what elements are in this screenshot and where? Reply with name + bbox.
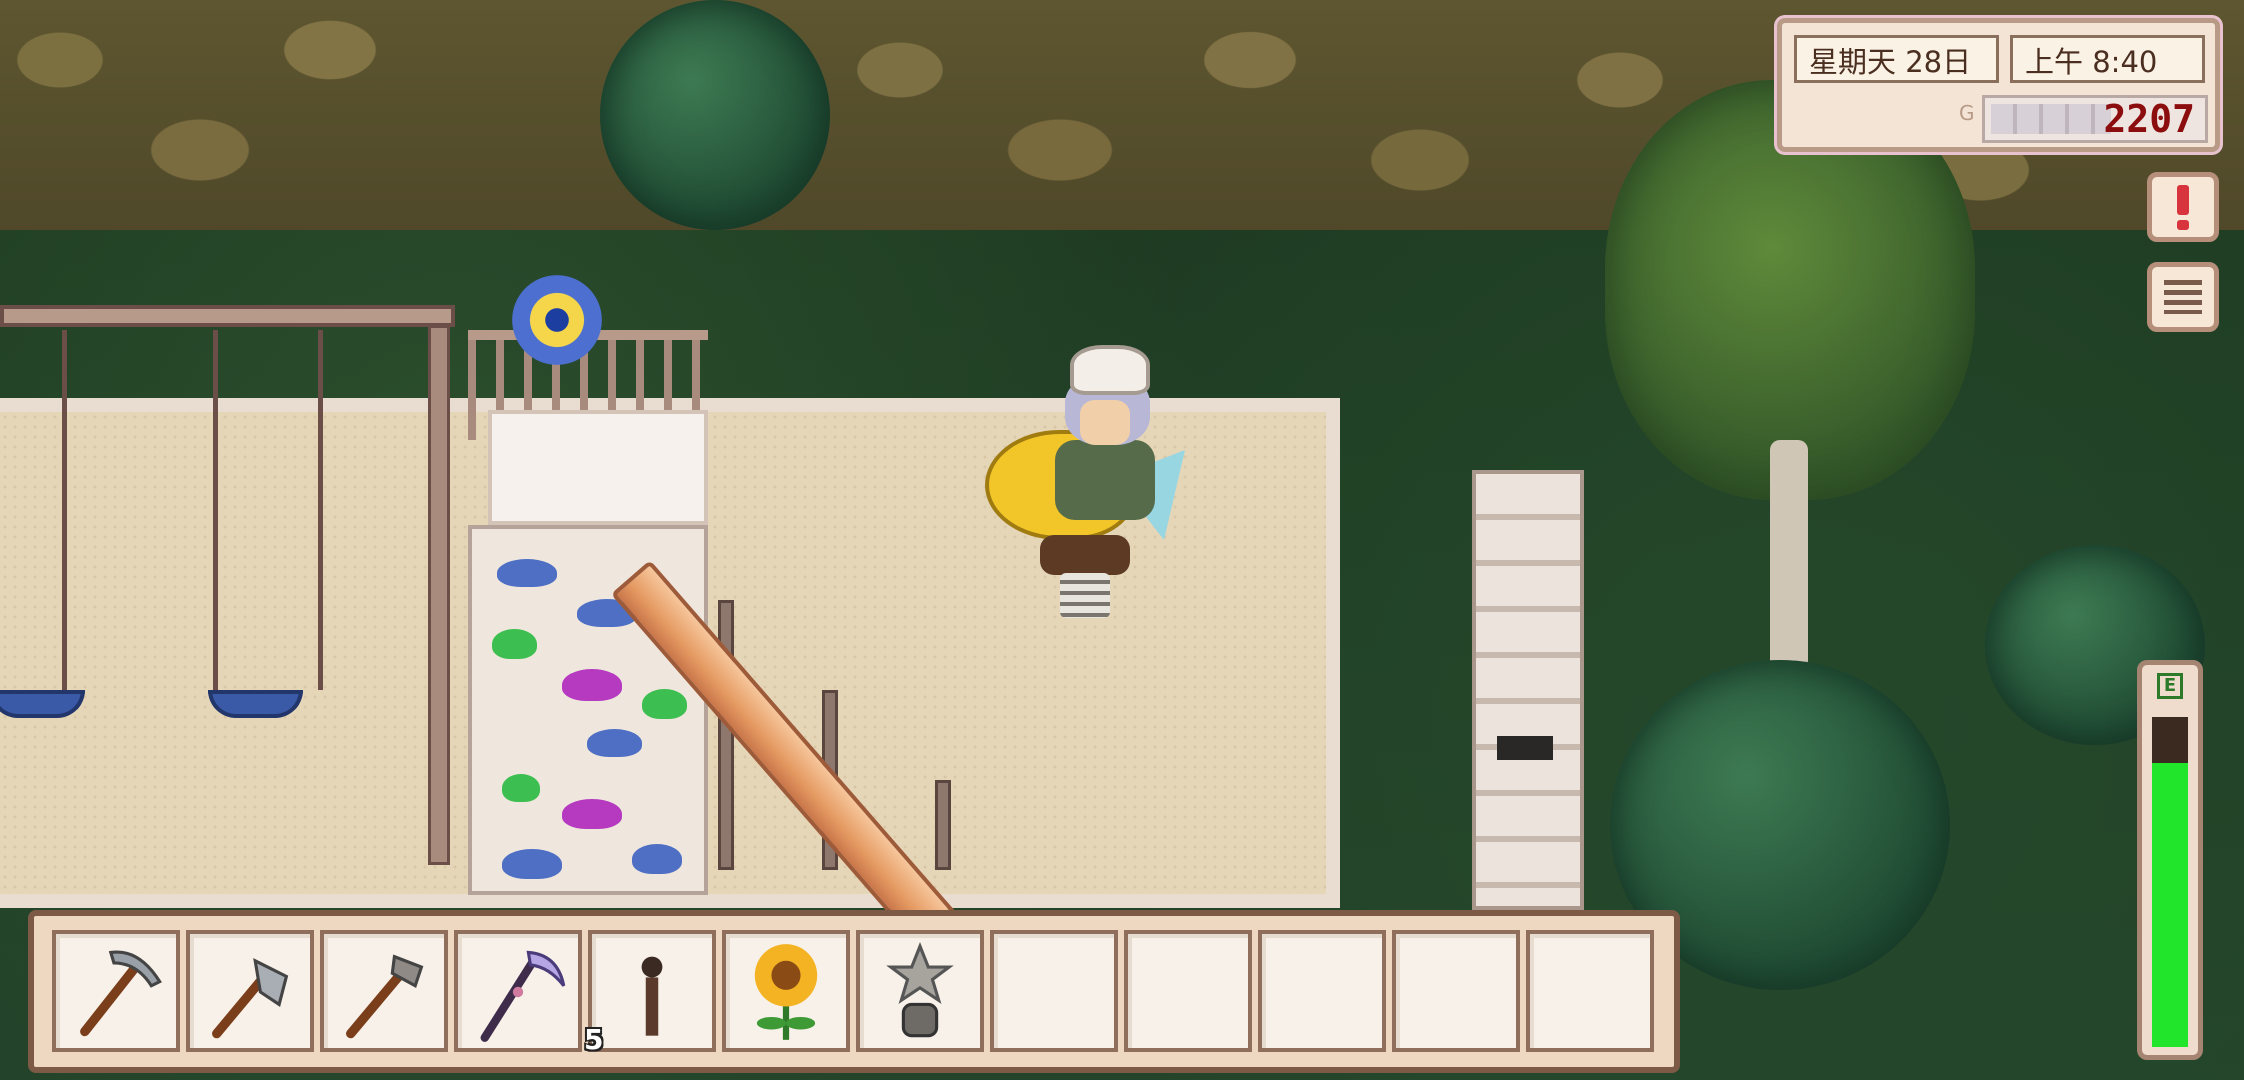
journal-button[interactable]: [2147, 172, 2219, 242]
toolbar-slot-8[interactable]: [990, 930, 1118, 1052]
scythe-icon: [480, 950, 566, 1042]
climbing-hold: [492, 629, 537, 659]
toolbar-slot-1[interactable]: [52, 930, 180, 1052]
slot-count: 5: [584, 1023, 604, 1056]
swing-rope: [318, 330, 323, 690]
exclamation-icon: [2177, 185, 2189, 230]
date-time-money-panel: 星期天 28日 上午 8:40 G 2207: [1777, 18, 2220, 152]
toolbar-slot-3[interactable]: [320, 930, 448, 1052]
toolbar-slot-4[interactable]: [454, 930, 582, 1052]
toolbar-slot-11[interactable]: [1392, 930, 1520, 1052]
toolbar-slot-6[interactable]: [722, 930, 850, 1052]
player-pants: [1040, 535, 1130, 575]
swing-post: [428, 325, 450, 865]
player-face: [1080, 400, 1130, 445]
energy-fill: [2152, 763, 2188, 1047]
gold-prefix: G: [1959, 101, 1975, 125]
swing-rope: [62, 330, 67, 690]
hoe-icon: [346, 954, 424, 1039]
tower-deck: [488, 410, 708, 525]
swing-frame: [0, 305, 455, 327]
climbing-hold: [562, 669, 622, 701]
climbing-hold: [502, 774, 540, 802]
spring-base: [1060, 573, 1110, 618]
tree-trunk: [1770, 440, 1808, 670]
climbing-hold: [587, 729, 642, 757]
energy-track: [2152, 717, 2188, 1047]
player-body: [1055, 440, 1155, 520]
chef-hat: [1070, 345, 1150, 395]
time-display: 上午 8:40: [2010, 35, 2205, 83]
blue-flower-decoration: [512, 275, 602, 365]
energy-label: E: [2157, 673, 2183, 699]
swing-rope: [213, 330, 218, 690]
hamburger-menu-icon: [2164, 280, 2202, 314]
player-character[interactable]: [985, 345, 1190, 630]
swing-seat[interactable]: [208, 690, 303, 718]
date-display: 星期天 28日: [1794, 35, 1999, 83]
toolbar-slot-9[interactable]: [1124, 930, 1252, 1052]
toolbar-slot-12[interactable]: [1526, 930, 1654, 1052]
toolbar-slot-10[interactable]: [1258, 930, 1386, 1052]
climbing-hold: [642, 689, 687, 719]
slide-leg: [935, 780, 951, 870]
toolbar-slot-2[interactable]: [186, 930, 314, 1052]
toolbar: 5: [28, 910, 1680, 1073]
money-box: 2207: [1982, 95, 2208, 143]
money-digit-cells: [1991, 104, 2111, 134]
climbing-wall: [468, 525, 708, 895]
fence-slot: [1497, 736, 1553, 760]
climbing-hold: [497, 559, 557, 587]
torch-icon: [641, 956, 663, 1036]
climbing-hold: [632, 844, 682, 874]
pickaxe-icon: [80, 950, 162, 1037]
sunflower-icon: [754, 944, 818, 1040]
toolbar-slot-7[interactable]: [856, 930, 984, 1052]
energy-bar: E: [2137, 660, 2203, 1060]
axe-icon: [212, 958, 289, 1039]
wooden-fence: [1472, 470, 1584, 910]
green-bush: [600, 0, 830, 230]
climbing-hold: [562, 799, 622, 829]
statue-trophy-icon: [886, 942, 954, 1038]
climbing-hold: [502, 849, 562, 879]
gold-amount: 2207: [2103, 97, 2195, 141]
menu-button[interactable]: [2147, 262, 2219, 332]
toolbar-slot-5[interactable]: 5: [584, 930, 716, 1056]
